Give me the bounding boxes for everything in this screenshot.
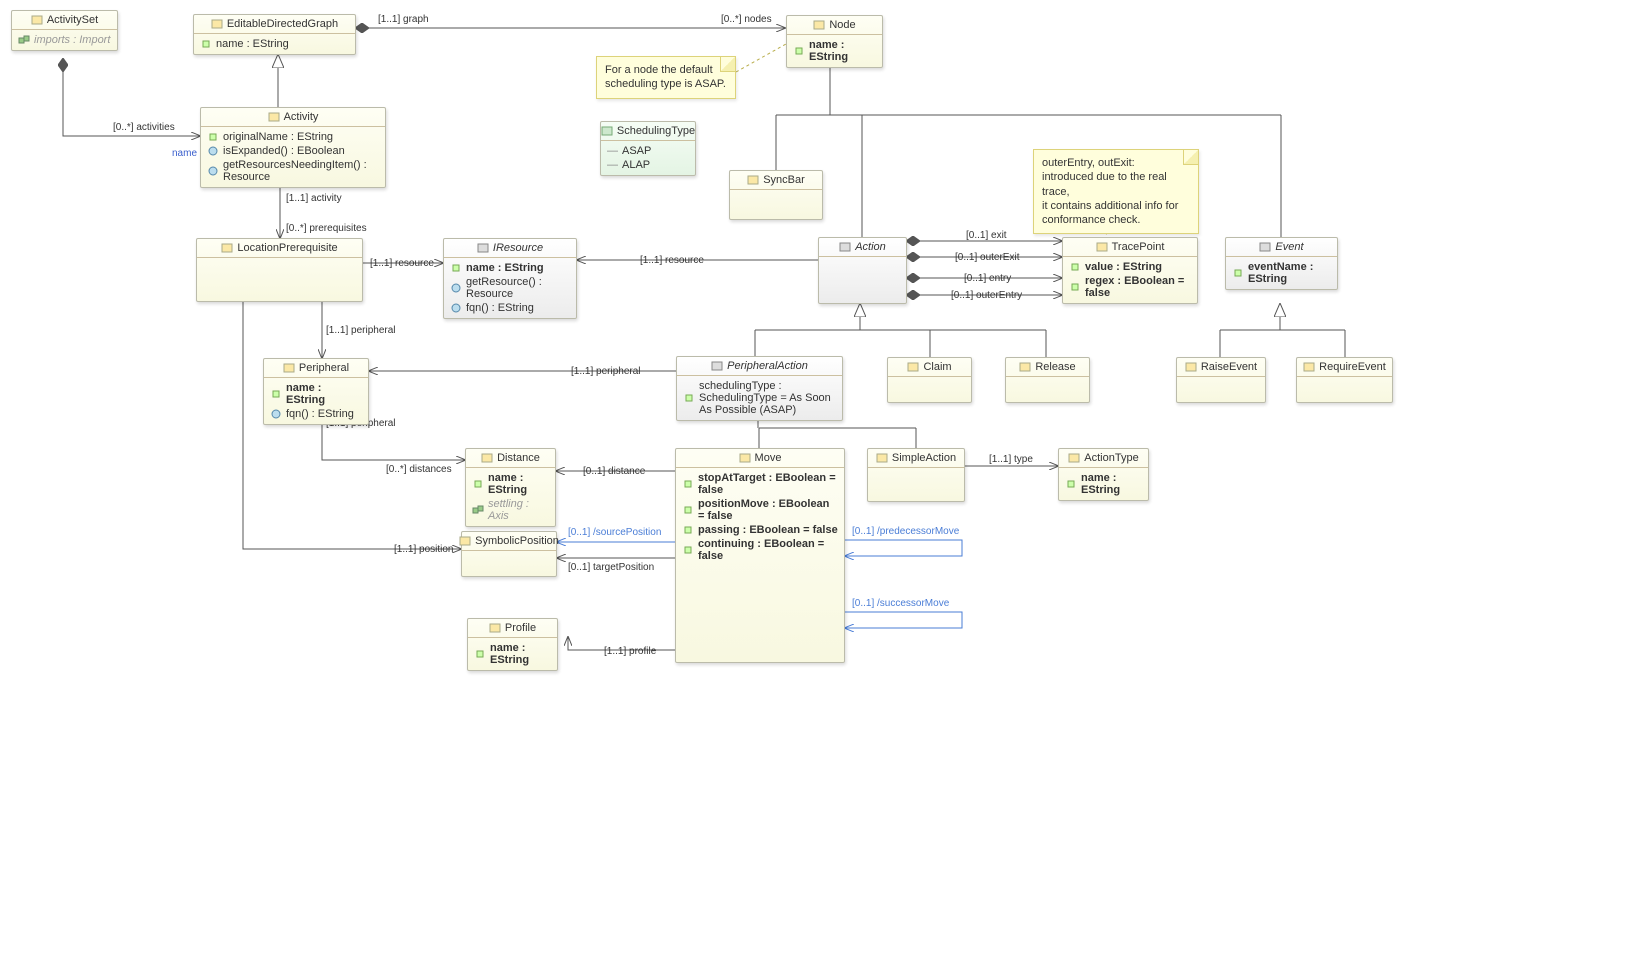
label-resource1: [1..1] resource	[370, 258, 434, 269]
class-ActionType[interactable]: ActionType name : EString	[1058, 448, 1149, 501]
label-nodes: [0..*] nodes	[721, 14, 772, 25]
attr-icon	[793, 45, 805, 57]
class-icon	[481, 452, 493, 464]
class-icon	[268, 111, 280, 123]
attr-icon	[1069, 261, 1081, 273]
note-trace: outerEntry, outExit: introduced due to t…	[1033, 149, 1199, 234]
class-RaiseEvent[interactable]: RaiseEvent	[1176, 357, 1266, 403]
class-icon	[1303, 361, 1315, 373]
attr-icon	[200, 38, 212, 50]
interface-icon	[477, 242, 489, 254]
label-targetPosition: [0..1] targetPosition	[568, 562, 654, 573]
attr-icon	[682, 504, 694, 516]
op-icon	[450, 282, 462, 294]
class-Profile[interactable]: Profile name : EString	[467, 618, 558, 671]
attr-icon	[472, 478, 484, 490]
enum-SchedulingType[interactable]: SchedulingType —ASAP —ALAP	[600, 121, 696, 176]
class-icon	[1259, 241, 1271, 253]
class-SymbolicPosition[interactable]: SymbolicPosition	[461, 531, 557, 577]
label-graph: [1..1] graph	[378, 14, 429, 25]
class-RequireEvent[interactable]: RequireEvent	[1296, 357, 1393, 403]
class-SyncBar[interactable]: SyncBar	[729, 170, 823, 220]
label-position: [1..1] position	[394, 544, 453, 555]
class-icon	[459, 535, 471, 547]
label-activity: [1..1] activity	[286, 193, 342, 204]
op-icon	[207, 145, 219, 157]
class-SimpleAction[interactable]: SimpleAction	[867, 448, 965, 502]
class-icon	[839, 241, 851, 253]
class-icon	[747, 174, 759, 186]
class-Peripheral[interactable]: Peripheral name : EString fqn() : EStrin…	[263, 358, 369, 425]
attr-icon	[207, 131, 219, 143]
label-activities: [0..*] activities	[113, 122, 175, 133]
class-icon	[31, 14, 43, 26]
class-Move[interactable]: Move stopAtTarget : EBoolean = false pos…	[675, 448, 845, 663]
class-Claim[interactable]: Claim	[887, 357, 972, 403]
attr-icon	[1065, 478, 1077, 490]
class-Distance[interactable]: Distance name : EString settling : Axis	[465, 448, 556, 527]
attr-icon	[682, 544, 694, 556]
class-icon	[876, 452, 888, 464]
op-icon	[270, 408, 282, 420]
class-Activity[interactable]: Activity originalName : EString isExpand…	[200, 107, 386, 188]
class-icon	[739, 452, 751, 464]
label-profile: [1..1] profile	[604, 646, 656, 657]
label-succMove: [0..1] /successorMove	[852, 598, 949, 609]
attr-icon	[474, 648, 486, 660]
label-distances: [0..*] distances	[386, 464, 452, 475]
diagram-canvas: [1..1] graph [0..*] nodes [0..*] activit…	[0, 0, 1628, 973]
class-icon	[813, 19, 825, 31]
ref-icon	[472, 504, 484, 516]
label-outerEntry: [0..1] outerEntry	[951, 290, 1022, 301]
class-icon	[489, 622, 501, 634]
label-distance: [0..1] distance	[583, 466, 645, 477]
label-type: [1..1] type	[989, 454, 1033, 465]
attr-icon	[683, 392, 695, 404]
class-LocationPrerequisite[interactable]: LocationPrerequisite	[196, 238, 363, 302]
class-icon	[907, 361, 919, 373]
label-exit: [0..1] exit	[966, 230, 1007, 241]
attr-icon	[270, 388, 282, 400]
class-Release[interactable]: Release	[1005, 357, 1090, 403]
class-icon	[221, 242, 233, 254]
class-icon	[1068, 452, 1080, 464]
class-TracePoint[interactable]: TracePoint value : EString regex : EBool…	[1062, 237, 1198, 304]
class-icon	[1019, 361, 1031, 373]
label-resource2: [1..1] resource	[640, 255, 704, 266]
enum-icon	[601, 125, 613, 137]
class-Action[interactable]: Action	[818, 237, 907, 304]
attr-icon	[682, 478, 694, 490]
attr-icon	[682, 524, 694, 536]
attr-icon	[1069, 281, 1081, 293]
label-peripheral2: [1..1] peripheral	[571, 366, 641, 377]
class-ActivitySet[interactable]: ActivitySet imports : Import	[11, 10, 118, 51]
label-prereqs: [0..*] prerequisites	[286, 223, 367, 234]
class-icon	[211, 18, 223, 30]
attr-icon	[1232, 267, 1244, 279]
class-icon	[283, 362, 295, 374]
interface-IResource[interactable]: IResource name : EString getResource() :…	[443, 238, 577, 319]
ref-icon	[18, 34, 30, 46]
class-icon	[1096, 241, 1108, 253]
op-icon	[207, 165, 219, 177]
label-entry: [0..1] entry	[964, 273, 1011, 284]
class-Event[interactable]: Event eventName : EString	[1225, 237, 1338, 290]
class-PeripheralAction[interactable]: PeripheralAction schedulingType : Schedu…	[676, 356, 843, 421]
label-predMove: [0..1] /predecessorMove	[852, 526, 959, 537]
class-icon	[1185, 361, 1197, 373]
label-sourcePosition: [0..1] /sourcePosition	[568, 527, 661, 538]
label-name-role: name	[172, 148, 197, 159]
class-Node[interactable]: Node name : EString	[786, 15, 883, 68]
label-peripheral1: [1..1] peripheral	[326, 325, 396, 336]
op-icon	[450, 302, 462, 314]
label-outerExit: [0..1] outerExit	[955, 252, 1019, 263]
class-EditableDirectedGraph[interactable]: EditableDirectedGraph name : EString	[193, 14, 356, 55]
attr-icon	[450, 262, 462, 274]
note-node-scheduling: For a node the default scheduling type i…	[596, 56, 736, 99]
class-icon	[711, 360, 723, 372]
